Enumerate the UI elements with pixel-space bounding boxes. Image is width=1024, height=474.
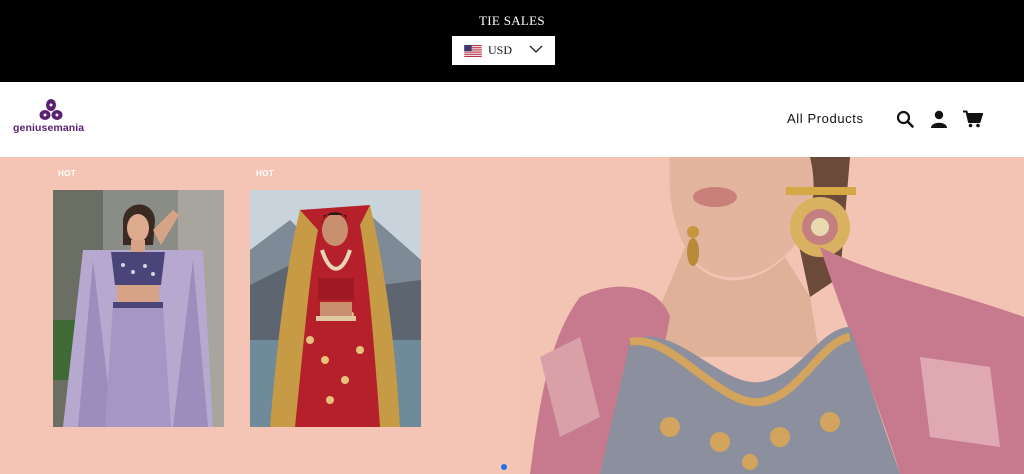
announcement-text: TIE SALES (479, 13, 545, 28)
product-badge: HOT (58, 169, 77, 178)
announcement-bar: TIE SALES USD (0, 0, 1024, 82)
currency-code: USD (488, 43, 513, 57)
product-card-red-saree[interactable] (250, 190, 421, 427)
product-badge: HOT (256, 169, 275, 178)
hero-banner: HOT HOT (0, 157, 1024, 474)
logo-mark-icon (39, 99, 63, 120)
us-flag-icon (464, 44, 482, 57)
brand-name: geniusemania (13, 122, 85, 134)
cart-icon[interactable] (963, 110, 983, 128)
search-icon[interactable] (896, 110, 914, 128)
site-header: geniusemania All Products (0, 82, 1024, 157)
chevron-down-icon (529, 45, 543, 53)
logo[interactable]: geniusemania (13, 99, 93, 139)
currency-selector[interactable]: USD (452, 36, 555, 65)
hero-slide-image (520, 157, 1024, 474)
slider-dot-active[interactable] (501, 464, 507, 470)
account-icon[interactable] (930, 110, 948, 128)
product-image (53, 190, 224, 427)
model-image (520, 157, 1024, 474)
product-card-lavender-outfit[interactable] (53, 190, 224, 427)
product-image (250, 190, 421, 427)
nav-all-products[interactable]: All Products (787, 111, 864, 126)
